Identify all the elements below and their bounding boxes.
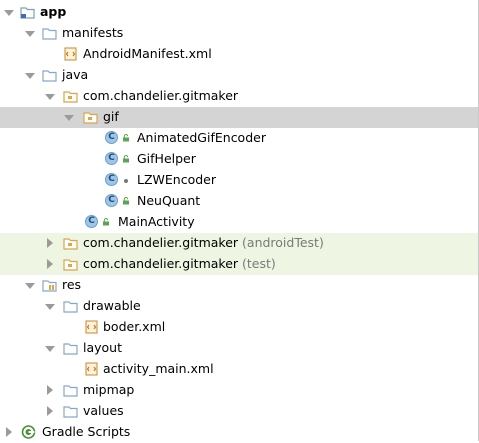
tree-label: mipmap xyxy=(83,382,135,397)
tree-node-package-test[interactable]: com.chandelier.gitmaker (test) xyxy=(0,254,478,275)
tree-node-app[interactable]: app xyxy=(0,2,478,23)
tree-node-android-manifest[interactable]: AndroidManifest.xml xyxy=(0,44,478,65)
chevron-down-icon[interactable] xyxy=(64,115,74,121)
module-folder-icon xyxy=(20,7,35,19)
package-private-icon xyxy=(124,179,128,183)
tree-node-lzw-encoder[interactable]: C LZWEncoder xyxy=(0,170,478,191)
lock-icon xyxy=(123,197,129,205)
tree-node-neu-quant[interactable]: C NeuQuant xyxy=(0,191,478,212)
tree-node-gif[interactable]: gif xyxy=(0,107,478,128)
folder-icon xyxy=(63,385,78,397)
gradle-icon xyxy=(21,425,36,439)
tree-label: app xyxy=(40,4,67,19)
lock-icon xyxy=(123,134,129,142)
folder-icon xyxy=(42,28,57,40)
lock-icon xyxy=(123,155,129,163)
tree-label: Gradle Scripts xyxy=(42,424,131,439)
resource-folder-icon xyxy=(42,280,57,292)
tree-label: com.chandelier.gitmaker (test) xyxy=(83,256,276,271)
tree-node-layout[interactable]: layout xyxy=(0,338,478,359)
tree-label: java xyxy=(62,67,89,82)
tree-node-res[interactable]: res xyxy=(0,275,478,296)
xml-file-icon xyxy=(85,320,98,334)
source-set-suffix: (androidTest) xyxy=(242,235,324,250)
tree-node-java[interactable]: java xyxy=(0,65,478,86)
tree-label: LZWEncoder xyxy=(137,172,216,187)
tree-node-manifests[interactable]: manifests xyxy=(0,23,478,44)
folder-icon xyxy=(42,70,57,82)
folder-icon xyxy=(63,301,78,313)
tree-label: drawable xyxy=(83,298,141,313)
chevron-down-icon[interactable] xyxy=(25,73,35,79)
tree-node-gradle-scripts[interactable]: Gradle Scripts xyxy=(0,422,478,443)
package-folder-icon xyxy=(83,112,98,124)
tree-node-package-android-test[interactable]: com.chandelier.gitmaker (androidTest) xyxy=(0,233,478,254)
tree-label: res xyxy=(62,277,82,292)
tree-label: activity_main.xml xyxy=(103,361,214,376)
tree-node-drawable[interactable]: drawable xyxy=(0,296,478,317)
class-icon: C xyxy=(105,194,118,207)
tree-node-package-main[interactable]: com.chandelier.gitmaker xyxy=(0,86,478,107)
chevron-right-icon[interactable] xyxy=(47,259,53,269)
tree-node-gif-helper[interactable]: C GifHelper xyxy=(0,149,478,170)
class-icon: C xyxy=(105,152,118,165)
tree-label: boder.xml xyxy=(103,319,166,334)
chevron-down-icon[interactable] xyxy=(25,31,35,37)
lock-icon xyxy=(103,218,109,226)
chevron-down-icon[interactable] xyxy=(45,94,55,100)
class-icon: C xyxy=(105,131,118,144)
chevron-right-icon[interactable] xyxy=(47,406,53,416)
chevron-down-icon[interactable] xyxy=(45,346,55,352)
tree-label: AnimatedGifEncoder xyxy=(137,130,266,145)
tree-label: GifHelper xyxy=(137,151,196,166)
tree-label: manifests xyxy=(62,25,124,40)
chevron-down-icon[interactable] xyxy=(45,304,55,310)
chevron-right-icon[interactable] xyxy=(47,238,53,248)
tree-node-mipmap[interactable]: mipmap xyxy=(0,380,478,401)
xml-file-icon xyxy=(85,362,98,376)
tree-node-boder-xml[interactable]: boder.xml xyxy=(0,317,478,338)
tree-node-animated-gif-encoder[interactable]: C AnimatedGifEncoder xyxy=(0,128,478,149)
tree-label: values xyxy=(83,403,124,418)
project-tree: app manifests AndroidManifest.xml java c… xyxy=(0,0,479,441)
tree-node-activity-main-xml[interactable]: activity_main.xml xyxy=(0,359,478,380)
tree-label: gif xyxy=(103,109,119,124)
chevron-right-icon[interactable] xyxy=(47,385,53,395)
xml-file-icon xyxy=(64,47,77,61)
tree-label: com.chandelier.gitmaker (androidTest) xyxy=(83,235,324,250)
chevron-down-icon[interactable] xyxy=(4,10,14,16)
chevron-right-icon[interactable] xyxy=(6,427,12,437)
package-folder-icon xyxy=(63,91,78,103)
tree-label: com.chandelier.gitmaker xyxy=(83,88,239,103)
source-set-suffix: (test) xyxy=(242,256,276,271)
package-folder-icon xyxy=(63,238,78,250)
tree-node-main-activity[interactable]: C MainActivity xyxy=(0,212,478,233)
tree-node-values[interactable]: values xyxy=(0,401,478,422)
tree-label: layout xyxy=(83,340,123,355)
folder-icon xyxy=(63,406,78,418)
folder-icon xyxy=(63,343,78,355)
chevron-down-icon[interactable] xyxy=(25,283,35,289)
class-icon: C xyxy=(105,173,118,186)
package-folder-icon xyxy=(63,259,78,271)
tree-label: NeuQuant xyxy=(137,193,201,208)
tree-label: AndroidManifest.xml xyxy=(83,46,212,61)
tree-label: MainActivity xyxy=(118,214,195,229)
class-icon: C xyxy=(85,215,98,228)
